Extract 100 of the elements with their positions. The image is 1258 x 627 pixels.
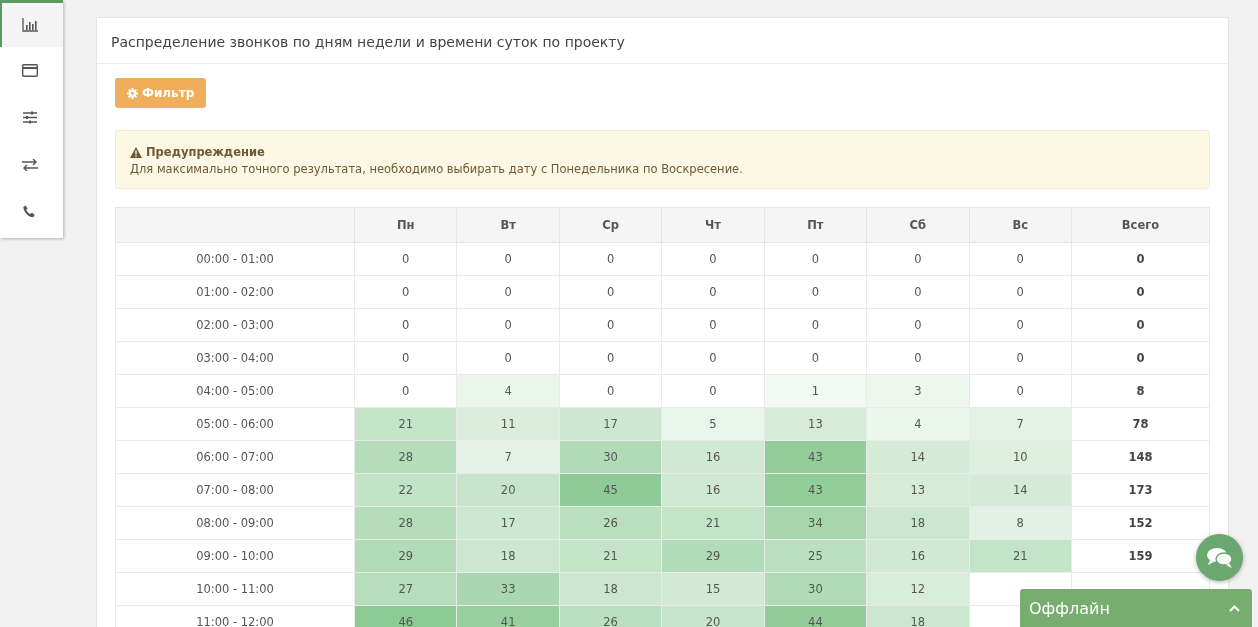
table-cell: 0 <box>969 308 1072 342</box>
table-cell: 0 <box>456 242 560 276</box>
table-cell: 0 <box>661 275 765 309</box>
table-cell: 17 <box>559 407 662 441</box>
table-cell: 78 <box>1071 407 1210 441</box>
table-cell: 4 <box>866 407 970 441</box>
table-cell: 5 <box>661 407 765 441</box>
table-cell: 0 <box>354 374 457 408</box>
table-cell: 14 <box>969 473 1072 507</box>
table-cell: 13 <box>866 473 970 507</box>
table-cell: 07:00 - 08:00 <box>115 473 355 507</box>
table-cell: 01:00 - 02:00 <box>115 275 355 309</box>
table-cell: 16 <box>866 539 970 573</box>
table-cell: 7 <box>456 440 560 474</box>
table-cell: 0 <box>661 242 765 276</box>
table-cell: 0 <box>661 341 765 375</box>
table-cell: 08:00 - 09:00 <box>115 506 355 540</box>
chat-status-bar[interactable]: Оффлайн <box>1020 589 1252 627</box>
table-cell: 0 <box>354 275 457 309</box>
table-cell: 0 <box>354 308 457 342</box>
sidebar-item[interactable] <box>0 0 63 47</box>
table-cell: 0 <box>1071 341 1210 375</box>
table-cell: 28 <box>354 440 457 474</box>
table-cell: 7 <box>969 407 1072 441</box>
column-header: Вс <box>969 207 1072 243</box>
filter-button[interactable]: Фильтр <box>115 78 207 108</box>
table-cell: 1 <box>764 374 867 408</box>
column-header: Пн <box>354 207 457 243</box>
column-header: Ср <box>559 207 662 243</box>
table-cell: 0 <box>866 275 970 309</box>
table-cell: 8 <box>969 506 1072 540</box>
table-cell: 0 <box>456 341 560 375</box>
column-header: Сб <box>866 207 970 243</box>
table-cell: 11:00 - 12:00 <box>115 605 355 627</box>
table-cell: 0 <box>559 275 662 309</box>
table-cell: 18 <box>866 506 970 540</box>
table-cell: 0 <box>1071 275 1210 309</box>
table-cell: 26 <box>559 506 662 540</box>
table-cell: 0 <box>1071 308 1210 342</box>
table-cell: 28 <box>354 506 457 540</box>
table-cell: 29 <box>661 539 765 573</box>
table-cell: 03:00 - 04:00 <box>115 341 355 375</box>
table-cell: 18 <box>559 572 662 606</box>
table-cell: 20 <box>456 473 560 507</box>
table-cell: 21 <box>559 539 662 573</box>
table-cell: 09:00 - 10:00 <box>115 539 355 573</box>
table-cell: 0 <box>866 341 970 375</box>
table-cell: 05:00 - 06:00 <box>115 407 355 441</box>
chat-bubbles-icon <box>1206 546 1233 569</box>
table-cell: 14 <box>866 440 970 474</box>
table-cell: 16 <box>661 473 765 507</box>
card-title: Распределение звонков по дням недели и времени суток по проекту <box>111 34 625 50</box>
table-cell: 0 <box>764 242 867 276</box>
table-cell: 0 <box>661 308 765 342</box>
transfer-arrows-icon <box>21 158 38 171</box>
table-cell: 16 <box>661 440 765 474</box>
chat-status: Оффлайн <box>1029 598 1110 618</box>
table-cell: 0 <box>764 341 867 375</box>
table-cell: 30 <box>764 572 867 606</box>
sliders-icon <box>22 111 37 124</box>
table-cell: 29 <box>354 539 457 573</box>
table-cell: 0 <box>354 341 457 375</box>
table-cell: 21 <box>969 539 1072 573</box>
table-cell: 0 <box>559 374 662 408</box>
table-cell: 0 <box>354 242 457 276</box>
table-cell: 17 <box>456 506 560 540</box>
table-cell: 0 <box>559 341 662 375</box>
table-cell: 22 <box>354 473 457 507</box>
table-cell: 3 <box>866 374 970 408</box>
table-cell: 0 <box>1071 242 1210 276</box>
table-cell: 13 <box>764 407 867 441</box>
table-cell: 0 <box>661 374 765 408</box>
table-cell: 0 <box>969 341 1072 375</box>
warning-icon <box>130 146 142 158</box>
table-cell: 0 <box>969 374 1072 408</box>
table-cell: 04:00 - 05:00 <box>115 374 355 408</box>
column-header: Пт <box>764 207 867 243</box>
table-cell: 8 <box>1071 374 1210 408</box>
table-cell: 18 <box>456 539 560 573</box>
table-cell: 10 <box>969 440 1072 474</box>
chevron-up-icon <box>1229 604 1240 612</box>
column-header: Вт <box>456 207 560 243</box>
table-cell: 30 <box>559 440 662 474</box>
table-cell: 152 <box>1071 506 1210 540</box>
table-cell: 34 <box>764 506 867 540</box>
gear-icon <box>127 87 138 99</box>
table-cell: 0 <box>866 308 970 342</box>
table-cell: 00:00 - 01:00 <box>115 242 355 276</box>
table-cell: 0 <box>456 308 560 342</box>
table-cell: 0 <box>559 242 662 276</box>
table-cell: 43 <box>764 473 867 507</box>
column-header: Чт <box>661 207 765 243</box>
table-cell: 33 <box>456 572 560 606</box>
table-cell: 12 <box>866 572 970 606</box>
table-cell: 21 <box>354 407 457 441</box>
table-cell: 0 <box>969 275 1072 309</box>
table-cell: 15 <box>661 572 765 606</box>
table-cell: 06:00 - 07:00 <box>115 440 355 474</box>
table-cell: 27 <box>354 572 457 606</box>
bar-chart-icon <box>21 18 38 32</box>
